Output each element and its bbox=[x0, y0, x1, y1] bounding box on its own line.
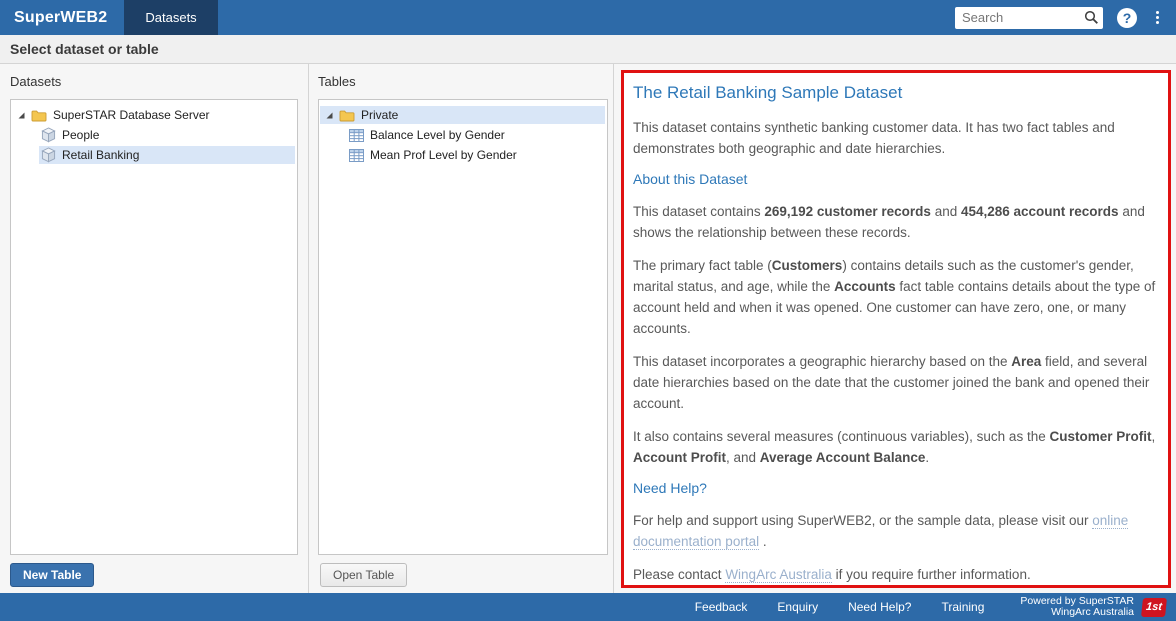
tree-item-label: Retail Banking bbox=[62, 148, 139, 162]
tree-item-superstar-database-server[interactable]: SuperSTAR Database Server bbox=[11, 105, 297, 125]
table-icon bbox=[349, 149, 364, 162]
tree-item-private[interactable]: Private bbox=[319, 105, 607, 125]
bold-text: 269,192 customer records bbox=[764, 204, 931, 219]
top-bar: SuperWEB2 Datasets ? bbox=[0, 0, 1176, 35]
text-segment: It also contains several measures (conti… bbox=[633, 429, 1049, 444]
tree-item-label: People bbox=[62, 128, 99, 142]
bold-text: Average Account Balance bbox=[760, 450, 926, 465]
topbar-actions: ? bbox=[955, 7, 1176, 29]
text-segment: , bbox=[1151, 429, 1155, 444]
tree-item-label: SuperSTAR Database Server bbox=[53, 108, 210, 122]
expand-triangle-icon[interactable] bbox=[17, 111, 26, 120]
details-paragraph: For help and support using SuperWEB2, or… bbox=[633, 510, 1158, 552]
help-icon[interactable]: ? bbox=[1117, 8, 1137, 28]
cube-icon bbox=[41, 127, 56, 143]
bold-text: Customer Profit bbox=[1049, 429, 1151, 444]
footer-bar: Feedback Enquiry Need Help? Training Powere… bbox=[0, 593, 1176, 621]
bold-text: Account Profit bbox=[633, 450, 726, 465]
details-link[interactable]: WingArc Australia bbox=[725, 567, 832, 583]
text-segment: . bbox=[759, 534, 767, 549]
text-segment: . bbox=[925, 450, 929, 465]
app-brand: SuperWEB2 bbox=[0, 9, 124, 27]
bold-text: Customers bbox=[772, 258, 843, 273]
bold-text: 454,286 account records bbox=[961, 204, 1119, 219]
details-paragraph: This dataset incorporates a geographic h… bbox=[633, 351, 1158, 414]
datasets-panel-heading: Datasets bbox=[10, 74, 61, 89]
details-section-heading: About this Dataset bbox=[633, 171, 1158, 187]
text-segment: if you require further information. bbox=[832, 567, 1031, 582]
cube-icon bbox=[41, 147, 56, 163]
footer-link-training[interactable]: Training bbox=[941, 600, 984, 614]
tree-item-mean-prof-level-by-gender[interactable]: Mean Prof Level by Gender bbox=[319, 145, 607, 165]
details-section-heading: Need Help? bbox=[633, 480, 1158, 496]
tree-item-label: Mean Prof Level by Gender bbox=[370, 148, 517, 162]
text-segment: and bbox=[931, 204, 961, 219]
folder-icon bbox=[339, 109, 355, 122]
footer-link-enquiry[interactable]: Enquiry bbox=[777, 600, 818, 614]
dataset-details-panel: The Retail Banking Sample Dataset This da… bbox=[621, 70, 1171, 588]
powered-by-text: Powered by SuperSTAR WingArc Australia bbox=[1020, 596, 1134, 619]
page-title: Select dataset or table bbox=[0, 35, 1176, 64]
tables-panel-heading: Tables bbox=[318, 74, 356, 89]
table-icon bbox=[349, 129, 364, 142]
tree-item-balance-level-by-gender[interactable]: Balance Level by Gender bbox=[319, 125, 607, 145]
tables-tree: Private Balance Level by Gender Mean Prof … bbox=[318, 99, 608, 555]
details-paragraph: It also contains several measures (conti… bbox=[633, 426, 1158, 468]
details-paragraph: This dataset contains 269,192 customer r… bbox=[633, 201, 1158, 243]
footer-links: Feedback Enquiry Need Help? Training bbox=[695, 600, 985, 614]
text-segment: , and bbox=[726, 450, 760, 465]
kebab-menu-icon[interactable] bbox=[1149, 8, 1166, 27]
search-icon[interactable] bbox=[1084, 10, 1099, 25]
tree-item-people[interactable]: People bbox=[11, 125, 297, 145]
panel-divider bbox=[308, 64, 309, 593]
text-segment: This dataset contains synthetic banking … bbox=[633, 120, 1115, 156]
details-paragraph: The primary fact table (Customers) conta… bbox=[633, 255, 1158, 339]
text-segment: This dataset contains bbox=[633, 204, 764, 219]
footer-link-feedback[interactable]: Feedback bbox=[695, 600, 748, 614]
text-segment: The primary fact table ( bbox=[633, 258, 772, 273]
footer-link-need-help[interactable]: Need Help? bbox=[848, 600, 911, 614]
new-table-button[interactable]: New Table bbox=[10, 563, 94, 587]
superstar-1st-logo: 1st bbox=[1141, 598, 1167, 617]
bold-text: Area bbox=[1011, 354, 1041, 369]
expand-triangle-icon[interactable] bbox=[325, 111, 334, 120]
text-segment: Please contact bbox=[633, 567, 725, 582]
search-input[interactable] bbox=[955, 10, 1084, 25]
text-segment: This dataset incorporates a geographic h… bbox=[633, 354, 1011, 369]
tree-item-label: Balance Level by Gender bbox=[370, 128, 505, 142]
main-content: Datasets SuperSTAR Database Server People… bbox=[0, 64, 1176, 593]
panel-divider bbox=[613, 64, 614, 593]
open-table-button[interactable]: Open Table bbox=[320, 563, 407, 587]
tab-datasets[interactable]: Datasets bbox=[124, 0, 217, 35]
bold-text: Accounts bbox=[834, 279, 896, 294]
details-paragraph: This dataset contains synthetic banking … bbox=[633, 117, 1158, 159]
details-title: The Retail Banking Sample Dataset bbox=[633, 83, 1158, 103]
details-paragraph: Please contact WingArc Australia if you … bbox=[633, 564, 1158, 585]
text-segment: For help and support using SuperWEB2, or… bbox=[633, 513, 1092, 528]
search-box bbox=[955, 7, 1103, 29]
tree-item-label: Private bbox=[361, 108, 398, 122]
datasets-tree: SuperSTAR Database Server People Retail Ba… bbox=[10, 99, 298, 555]
folder-icon bbox=[31, 109, 47, 122]
tree-item-retail-banking[interactable]: Retail Banking bbox=[11, 145, 297, 165]
